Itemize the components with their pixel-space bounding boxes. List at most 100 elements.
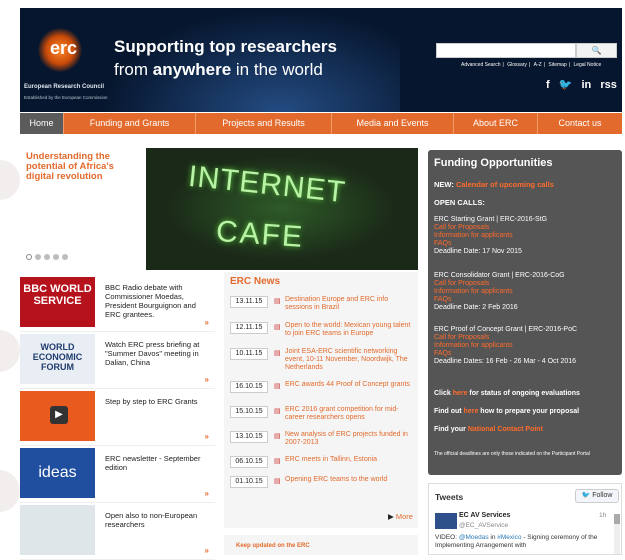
keep-updated-label[interactable]: Keep updated on the ERC bbox=[236, 543, 310, 549]
news-link[interactable]: Open to the world: Mexican young talent … bbox=[285, 322, 413, 338]
hero-carousel[interactable]: Understanding the potential of Africa's … bbox=[20, 148, 418, 270]
carousel-dot[interactable] bbox=[53, 254, 59, 260]
tweet-time[interactable]: 1h bbox=[599, 512, 606, 519]
news-date: 15.10.15 bbox=[230, 406, 268, 418]
news-link[interactable]: ERC awards 44 Proof of Concept grants bbox=[285, 381, 413, 389]
play-icon[interactable]: ▶ bbox=[50, 406, 68, 424]
arrow-right-icon[interactable]: » bbox=[205, 318, 209, 327]
call-link[interactable]: Call for Proposals bbox=[434, 280, 620, 288]
nav-projects-and-results[interactable]: Projects and Results bbox=[196, 113, 332, 134]
funding-title: Funding Opportunities bbox=[434, 157, 553, 169]
list-item[interactable]: BBC WORLD SERVICE BBC Radio debate with … bbox=[20, 275, 215, 332]
news-text[interactable]: Watch ERC press briefing at "Summer Davo… bbox=[105, 340, 210, 367]
document-icon: ▤ bbox=[274, 350, 281, 357]
list-item[interactable]: Open also to non-European researchers » bbox=[20, 503, 215, 560]
logo-subtitle-2: Established by the European Commission bbox=[24, 95, 108, 100]
calendar-link[interactable]: Calendar of upcoming calls bbox=[456, 180, 554, 189]
pdf-icon: ▤ bbox=[274, 433, 281, 440]
nav-about-erc[interactable]: About ERC bbox=[454, 113, 538, 134]
facebook-icon[interactable]: f bbox=[546, 79, 550, 91]
legal-notice-link[interactable]: Legal Notice bbox=[573, 62, 601, 68]
prepare-link[interactable]: here bbox=[464, 408, 479, 415]
search-input[interactable] bbox=[436, 43, 576, 58]
faq-link[interactable]: FAQs bbox=[434, 296, 620, 304]
follow-button[interactable]: 🐦 Follow bbox=[575, 489, 619, 503]
tweet-author[interactable]: EC AV Services bbox=[459, 512, 510, 519]
evaluations-line: Click here for status of ongoing evaluat… bbox=[434, 390, 580, 397]
faq-link[interactable]: FAQs bbox=[434, 240, 620, 248]
ideas-thumbnail[interactable]: ideas bbox=[20, 448, 95, 498]
sitemap-link[interactable]: Sitemap bbox=[548, 62, 566, 68]
bbc-thumbnail[interactable]: BBC WORLD SERVICE bbox=[20, 277, 95, 327]
news-date: 13.11.15 bbox=[230, 296, 268, 308]
news-link[interactable]: ERC meets in Tallinn, Estonia bbox=[285, 456, 413, 464]
glossary-link[interactable]: Glossary bbox=[507, 62, 527, 68]
news-text[interactable]: BBC Radio debate with Commissioner Moeda… bbox=[105, 283, 210, 319]
nav-contact-us[interactable]: Contact us bbox=[538, 113, 622, 134]
rss-icon[interactable]: rss bbox=[600, 79, 617, 91]
scrollbar[interactable] bbox=[614, 514, 620, 554]
info-link[interactable]: Information for applicants bbox=[434, 288, 620, 296]
pdf-icon: ▤ bbox=[274, 478, 281, 485]
carousel-dot[interactable] bbox=[26, 254, 32, 260]
news-text[interactable]: ERC newsletter - September edition bbox=[105, 454, 210, 472]
logo-text[interactable]: erc bbox=[50, 38, 77, 59]
news-date: 01.10.15 bbox=[230, 476, 268, 488]
carousel-dot[interactable] bbox=[62, 254, 68, 260]
news-date: 12.11.15 bbox=[230, 322, 268, 334]
bg-decoration bbox=[0, 160, 20, 200]
site-header: erc European Research Council Establishe… bbox=[20, 8, 622, 112]
arrow-right-icon[interactable]: » bbox=[205, 489, 209, 498]
arrow-right-icon[interactable]: » bbox=[205, 375, 209, 384]
grant-title: ERC Proof of Concept Grant | ERC-2016-Po… bbox=[434, 326, 578, 333]
arrow-right-icon[interactable]: » bbox=[205, 432, 209, 441]
video-thumbnail[interactable]: ▶ bbox=[20, 391, 95, 441]
news-date: 13.10.15 bbox=[230, 431, 268, 443]
carousel-dot[interactable] bbox=[35, 254, 41, 260]
bg-decoration bbox=[0, 330, 20, 372]
a-z-link[interactable]: A-Z bbox=[534, 62, 542, 68]
open-calls-label: OPEN CALLS: bbox=[434, 198, 485, 207]
tweet-handle[interactable]: @EC_AVService bbox=[459, 522, 508, 529]
news-date: 06.10.15 bbox=[230, 456, 268, 468]
news-link[interactable]: Destination Europe and ERC info sessions… bbox=[285, 296, 413, 312]
hero-sign-line2: CAFE bbox=[214, 214, 306, 255]
ncp-link[interactable]: National Contact Point bbox=[468, 426, 543, 433]
news-link[interactable]: New analysis of ERC projects funded in 2… bbox=[285, 431, 413, 447]
avatar[interactable] bbox=[435, 513, 457, 529]
info-link[interactable]: Information for applicants bbox=[434, 342, 620, 350]
evaluations-link[interactable]: here bbox=[453, 390, 468, 397]
list-item[interactable]: ideas ERC newsletter - September edition… bbox=[20, 446, 215, 503]
news-link[interactable]: ERC 2016 grant competition for mid-caree… bbox=[285, 406, 413, 422]
faq-link[interactable]: FAQs bbox=[434, 350, 620, 358]
call-link[interactable]: Call for Proposals bbox=[434, 334, 620, 342]
news-text[interactable]: Open also to non-European researchers bbox=[105, 511, 210, 529]
list-item[interactable]: WORLD ECONOMIC FORUM Watch ERC press bri… bbox=[20, 332, 215, 389]
linkedin-icon[interactable]: in bbox=[582, 79, 592, 91]
twitter-icon[interactable]: 🐦 bbox=[559, 79, 573, 91]
news-date: 16.10.15 bbox=[230, 381, 268, 393]
news-date: 10.11.15 bbox=[230, 348, 268, 360]
nav-funding-and-grants[interactable]: Funding and Grants bbox=[64, 113, 196, 134]
nav-media-and-events[interactable]: Media and Events bbox=[332, 113, 454, 134]
hero-image[interactable]: INTERNET CAFE bbox=[146, 148, 418, 270]
more-link[interactable]: ▶ More bbox=[388, 512, 413, 521]
keep-updated-banner[interactable]: Keep updated on the ERC bbox=[224, 535, 418, 555]
call-link[interactable]: Call for Proposals bbox=[434, 224, 620, 232]
pdf-icon: ▤ bbox=[274, 458, 281, 465]
hero-headline[interactable]: Understanding the potential of Africa's … bbox=[26, 152, 136, 182]
list-item[interactable]: ▶ Step by step to ERC Grants » bbox=[20, 389, 215, 446]
search-button[interactable]: 🔍 bbox=[576, 43, 617, 58]
info-link[interactable]: Information for applicants bbox=[434, 232, 620, 240]
arrow-right-icon[interactable]: » bbox=[205, 546, 209, 555]
pdf-icon: ▤ bbox=[274, 408, 281, 415]
news-text[interactable]: Step by step to ERC Grants bbox=[105, 397, 210, 406]
advanced-search-link[interactable]: Advanced Search bbox=[461, 62, 500, 68]
grant-title: ERC Starting Grant | ERC-2016-StG bbox=[434, 216, 548, 223]
researchers-thumbnail[interactable] bbox=[20, 505, 95, 555]
carousel-dot[interactable] bbox=[44, 254, 50, 260]
news-link[interactable]: Joint ESA-ERC scientific networking even… bbox=[285, 348, 413, 372]
news-link[interactable]: Opening ERC teams to the world bbox=[285, 476, 413, 484]
wef-thumbnail[interactable]: WORLD ECONOMIC FORUM bbox=[20, 334, 95, 384]
nav-home[interactable]: Home bbox=[20, 113, 64, 134]
